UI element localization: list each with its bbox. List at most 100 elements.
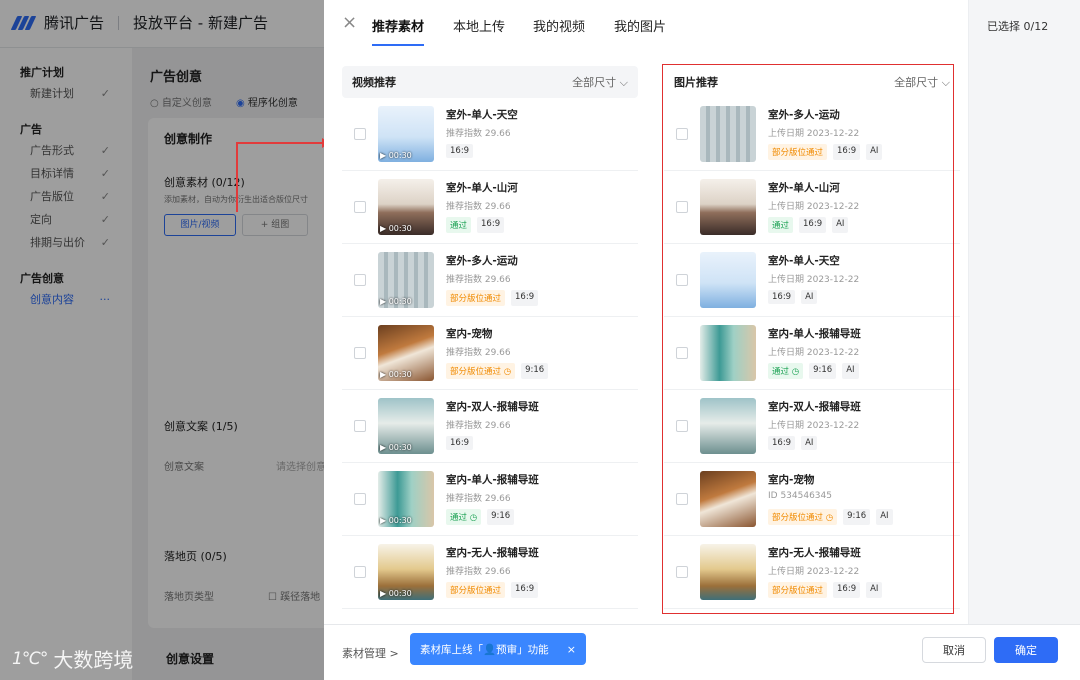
item-meta: 上传日期 2023-12-22 — [768, 275, 860, 285]
thumbnail-image: ▶ 00:30 — [378, 544, 434, 600]
image-item[interactable]: 室外-单人-天空上传日期 2023-12-22 16:9 AI — [664, 244, 960, 317]
item-checkbox[interactable] — [354, 347, 366, 359]
toast-close-icon[interactable]: × — [567, 643, 576, 656]
item-meta: 上传日期 2023-12-22 — [768, 567, 860, 577]
item-tags: 部分版位通过 16:9 — [446, 582, 539, 598]
item-meta: 推荐指数 29.66 — [446, 202, 511, 212]
item-meta: 推荐指数 29.66 — [446, 421, 511, 431]
item-name: 室内-无人-报辅导班 — [768, 547, 861, 559]
status-badge: 9:16 — [487, 509, 515, 525]
item-meta: 上传日期 2023-12-22 — [768, 202, 860, 212]
item-name: 室外-单人-山河 — [446, 182, 518, 194]
image-item[interactable]: 室外-多人-运动 上传日期 2023-12-22 部分版位通过 16:9 AI — [664, 98, 960, 171]
video-item[interactable]: ▶ 00:30 室内-双人-报辅导班 推荐指数 29.66 16:9 — [342, 390, 638, 463]
status-badge: 部分版位通过 ◷ — [446, 363, 516, 379]
selected-count: 已选择 0/12 — [987, 20, 1049, 33]
item-checkbox[interactable] — [354, 128, 366, 140]
item-tags: 通过 16:9 AI — [768, 217, 849, 233]
status-badge: 16:9 — [768, 436, 796, 450]
status-badge: AI — [866, 582, 883, 598]
image-item[interactable]: 室内-宠物 ID 534546345 部分版位通过 ◷ 9:16 AI — [664, 463, 960, 536]
video-item[interactable]: ▶ 00:30 室外-单人-天空 推荐指数 29.66 16:9 — [342, 98, 638, 171]
item-checkbox[interactable] — [676, 274, 688, 286]
status-badge: 9:16 — [809, 363, 837, 379]
status-badge: AI — [842, 363, 859, 379]
notice-toast: 素材库上线「👤预审」功能 × — [410, 633, 586, 665]
video-panel: 视频推荐 全部尺寸 ⌵ ▶ 00:30 室外-单人-天空 推荐指数 29.66 16:… — [342, 66, 638, 614]
item-checkbox[interactable] — [354, 420, 366, 432]
status-badge: 16:9 — [768, 290, 796, 304]
annotation-arrow-line — [236, 142, 238, 212]
item-checkbox[interactable] — [354, 274, 366, 286]
tab-my-videos[interactable]: 我的视频 — [533, 16, 585, 46]
status-badge: 部分版位通过 — [446, 582, 506, 598]
status-badge: 通过 — [446, 217, 472, 233]
tab-recommended[interactable]: 推荐素材 — [372, 16, 425, 46]
status-badge: 16:9 — [799, 217, 827, 233]
watermark-logo: 1℃° — [12, 648, 48, 669]
size-filter-dropdown[interactable]: 全部尺寸 ⌵ — [572, 74, 628, 90]
status-badge: 通过 — [768, 217, 794, 233]
video-duration: ▶ 00:30 — [380, 516, 412, 525]
item-checkbox[interactable] — [676, 128, 688, 140]
thumbnail-image — [700, 325, 756, 381]
video-item[interactable]: ▶ 00:30 室内-单人-报辅导班 推荐指数 29.66 通过 ◷ 9:16 — [342, 463, 638, 536]
panel-header: 视频推荐 全部尺寸 ⌵ — [342, 66, 638, 98]
thumbnail-image: ▶ 00:30 — [378, 252, 434, 308]
item-tags: 通过 16:9 — [446, 217, 505, 233]
video-item[interactable]: ▶ 00:30 室外-单人-山河 推荐指数 29.66 通过 16:9 — [342, 171, 638, 244]
status-badge: AI — [876, 509, 893, 525]
item-checkbox[interactable] — [354, 201, 366, 213]
image-list: 室外-多人-运动 上传日期 2023-12-22 部分版位通过 16:9 AI 室外-单人… — [664, 98, 960, 609]
confirm-button[interactable]: 确定 — [994, 637, 1058, 663]
image-item[interactable]: 室内-双人-报辅导班 上传日期 2023-12-22 16:9 AI — [664, 390, 960, 463]
thumbnail-image: ▶ 00:30 — [378, 398, 434, 454]
item-name: 室外-单人-天空 — [768, 255, 840, 267]
item-name: 室外-单人-天空 — [446, 109, 518, 121]
status-badge: AI — [832, 217, 849, 233]
item-checkbox[interactable] — [676, 347, 688, 359]
image-item[interactable]: 室内-单人-报辅导班 上传日期 2023-12-22 通过 ◷ 9:16 AI — [664, 317, 960, 390]
image-panel: 图片推荐 全部尺寸 ⌵ 室外-多人-运动 上传日期 2023-12-22 部分版位通… — [664, 66, 960, 614]
tab-local-upload[interactable]: 本地上传 — [453, 16, 505, 46]
status-badge: 16:9 — [833, 582, 861, 598]
cancel-button[interactable]: 取消 — [922, 637, 986, 663]
size-filter-dropdown[interactable]: 全部尺寸 ⌵ — [894, 74, 950, 90]
video-item[interactable]: ▶ 00:30 室内-宠物 推荐指数 29.66 部分版位通过 ◷ 9:16 — [342, 317, 638, 390]
item-name: 室内-单人-报辅导班 — [446, 474, 539, 486]
thumbnail-image — [700, 252, 756, 308]
image-item[interactable]: 室外-单人-山河上传日期 2023-12-22 通过 16:9 AI — [664, 171, 960, 244]
item-meta: 推荐指数 29.66 — [446, 567, 511, 577]
video-item[interactable]: ▶ 00:30 室外-多人-运动 推荐指数 29.66 部分版位通过 16:9 — [342, 244, 638, 317]
item-checkbox[interactable] — [676, 201, 688, 213]
tab-my-images[interactable]: 我的图片 — [614, 16, 666, 46]
status-badge: 部分版位通过 ◷ — [768, 509, 838, 525]
thumbnail-image — [700, 471, 756, 527]
item-checkbox[interactable] — [354, 493, 366, 505]
video-item[interactable]: ▶ 00:30 室内-无人-报辅导班 推荐指数 29.66 部分版位通过 16:9 — [342, 536, 638, 609]
item-name: 室外-单人-山河 — [768, 182, 840, 194]
item-name: 室内-宠物 — [768, 474, 815, 486]
drawer-tabs: × 推荐素材 本地上传 我的视频 我的图片 — [324, 0, 968, 48]
video-duration: ▶ 00:30 — [380, 297, 412, 306]
thumbnail-image: ▶ 00:30 — [378, 325, 434, 381]
video-duration: ▶ 00:30 — [380, 443, 412, 452]
status-badge: 9:16 — [521, 363, 549, 379]
close-icon[interactable]: × — [342, 14, 357, 32]
image-item[interactable]: 室内-无人-报辅导班 上传日期 2023-12-22 部分版位通过 16:9 AI — [664, 536, 960, 609]
panel-title: 视频推荐 — [352, 76, 396, 89]
item-name: 室外-多人-运动 — [446, 255, 518, 267]
item-name: 室外-多人-运动 — [768, 109, 840, 121]
status-badge: 16:9 — [446, 436, 474, 450]
item-checkbox[interactable] — [676, 420, 688, 432]
item-checkbox[interactable] — [676, 566, 688, 578]
item-checkbox[interactable] — [676, 493, 688, 505]
material-management-link[interactable]: 素材管理 > — [342, 645, 399, 661]
item-checkbox[interactable] — [354, 566, 366, 578]
status-badge: AI — [801, 290, 818, 304]
thumbnail-image: ▶ 00:30 — [378, 106, 434, 162]
item-tags: 部分版位通过 ◷ 9:16 — [446, 363, 549, 379]
material-drawer: × 推荐素材 本地上传 我的视频 我的图片 已选择 0/12 视频推荐 全部尺寸… — [324, 0, 1080, 680]
item-name: 室内-无人-报辅导班 — [446, 547, 539, 559]
item-tags: 16:9 AI — [768, 436, 818, 450]
